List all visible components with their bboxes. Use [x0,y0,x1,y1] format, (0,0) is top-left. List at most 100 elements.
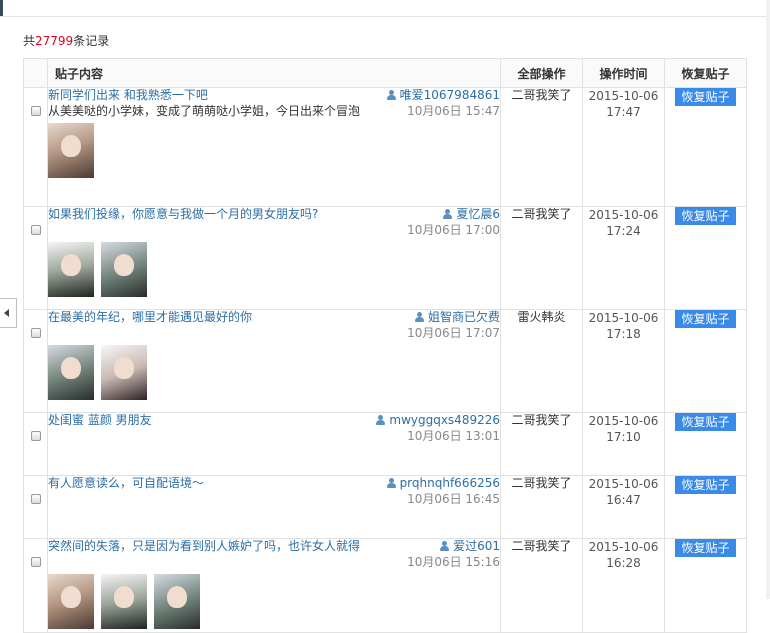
post-thumbnail[interactable] [154,574,200,629]
post-thumbnail[interactable] [48,242,94,297]
operation-time-cell: 2015-10-06 17:24 [582,206,665,310]
restore-post-button[interactable]: 恢复贴子 [675,88,736,106]
post-content-cell: 新同学们出来 和我熟悉一下吧 唯爱1067984861 10月06日 15:47… [47,87,501,207]
summary-suffix: 条记录 [73,34,110,48]
post-thumbnail[interactable] [101,345,147,400]
operation-clock: 17:10 [606,430,641,444]
table-row: 在最美的年纪，哪里才能遇见最好的你 姐智商已欠费 10月06日 17:07 雷火… [23,309,747,413]
table-row: 新同学们出来 和我熟悉一下吧 唯爱1067984861 10月06日 15:47… [23,87,747,207]
header-checkbox [23,58,48,88]
operator-name: 二哥我笑了 [511,539,572,553]
operator-name: 雷火韩炎 [517,310,566,324]
record-summary: 共27799条记录 [23,32,109,49]
row-checkbox[interactable] [30,225,41,235]
restore-cell: 恢复贴子 [664,538,747,633]
post-content-cell: 如果我们投缘，你愿意与我做一个月的男女朋友吗? 夏忆晨6 10月06日 17:0… [47,206,501,310]
post-thumbnail[interactable] [48,574,94,629]
post-author-link[interactable]: mwyggqxs489226 [375,413,500,428]
post-author-link[interactable]: 姐智商已欠费 [407,310,500,325]
post-title-link[interactable]: 有人愿意读么，可自配语境～ [48,476,204,491]
restore-post-button[interactable]: 恢复贴子 [675,207,736,225]
post-date: 10月06日 13:01 [407,429,500,443]
operator-cell: 二哥我笑了 [500,206,583,310]
top-bar-corner [0,0,3,16]
header-operator-filter[interactable]: 全部操作 [500,58,583,88]
post-thumbnail[interactable] [101,242,147,297]
operator-cell: 二哥我笑了 [500,87,583,207]
restore-cell: 恢复贴子 [664,412,747,476]
restore-cell: 恢复贴子 [664,206,747,310]
summary-prefix: 共 [23,34,36,48]
restore-post-button[interactable]: 恢复贴子 [675,310,736,328]
post-author-name[interactable]: 爱过601 [453,539,500,553]
restore-post-button[interactable]: 恢复贴子 [675,539,736,557]
post-thumbnails [48,242,500,300]
post-thumbnails [48,345,500,403]
operation-date: 2015-10-06 [588,477,659,491]
row-checkbox[interactable] [30,557,41,567]
operation-date: 2015-10-06 [588,414,659,428]
record-count: 27799 [35,34,74,48]
post-author-name[interactable]: prqhnqhf666256 [400,476,500,490]
post-author-link[interactable]: 夏忆晨6 [407,207,500,222]
operation-clock: 17:47 [606,105,641,119]
scrollbar-track[interactable] [766,0,770,599]
post-title-link[interactable]: 突然间的失落，只是因为看到别人嫉妒了吗，也许女人就得 [48,539,360,554]
post-author-name[interactable]: 唯爱1067984861 [400,88,500,102]
restore-post-button[interactable]: 恢复贴子 [675,413,736,431]
post-author-link[interactable]: 唯爱1067984861 [386,88,500,103]
restore-cell: 恢复贴子 [664,309,747,413]
row-select-cell [23,309,48,413]
row-checkbox[interactable] [30,431,41,441]
post-thumbnail[interactable] [101,574,147,629]
post-author-name[interactable]: 姐智商已欠费 [428,310,500,324]
post-content-cell: 突然间的失落，只是因为看到别人嫉妒了吗，也许女人就得 爱过601 10月06日 … [47,538,501,633]
top-bar [0,0,770,17]
post-content-cell: 有人愿意读么，可自配语境～ prqhnqhf666256 10月06日 16:4… [47,475,501,539]
post-author-name[interactable]: 夏忆晨6 [456,207,500,221]
row-select-cell [23,538,48,633]
post-author-link[interactable]: prqhnqhf666256 [386,476,500,491]
row-select-cell [23,206,48,310]
post-excerpt: 从美美哒的小学妹，变成了萌萌哒小学姐，今日出来个冒泡 [48,104,361,118]
table-row: 如果我们投缘，你愿意与我做一个月的男女朋友吗? 夏忆晨6 10月06日 17:0… [23,206,747,310]
post-title-link[interactable]: 在最美的年纪，哪里才能遇见最好的你 [48,310,252,325]
row-checkbox[interactable] [30,494,41,504]
operation-clock: 16:28 [606,556,641,570]
post-date: 10月06日 17:00 [407,223,500,237]
operation-time-cell: 2015-10-06 17:47 [582,87,665,207]
row-select-cell [23,475,48,539]
chevron-left-icon [4,309,9,317]
restore-post-button[interactable]: 恢复贴子 [675,476,736,494]
post-content-cell: 在最美的年纪，哪里才能遇见最好的你 姐智商已欠费 10月06日 17:07 [47,309,501,413]
post-author-name[interactable]: mwyggqxs489226 [389,413,500,427]
table-row: 有人愿意读么，可自配语境～ prqhnqhf666256 10月06日 16:4… [23,475,747,539]
operator-name: 二哥我笑了 [511,413,572,427]
post-thumbnail[interactable] [48,345,94,400]
row-checkbox[interactable] [30,328,41,338]
user-icon [375,415,386,425]
operation-time-cell: 2015-10-06 17:10 [582,412,665,476]
post-thumbnail[interactable] [48,123,94,178]
operation-time-cell: 2015-10-06 16:28 [582,538,665,633]
header-action: 恢复贴子 [664,58,747,88]
row-select-cell [23,412,48,476]
post-title-link[interactable]: 如果我们投缘，你愿意与我做一个月的男女朋友吗? [48,207,318,222]
table-row: 处闺蜜 蓝颜 男朋友 mwyggqxs489226 10月06日 13:01 二… [23,412,747,476]
user-icon [414,312,424,322]
operator-cell: 二哥我笑了 [500,475,583,539]
row-select-cell [23,87,48,207]
operation-date: 2015-10-06 [588,311,659,325]
row-checkbox[interactable] [30,106,41,116]
operation-clock: 17:24 [606,224,641,238]
post-title-link[interactable]: 处闺蜜 蓝颜 男朋友 [48,413,152,428]
user-icon [439,541,450,551]
deleted-posts-table: 贴子内容 全部操作 操作时间 恢复贴子 新同学们出来 和我熟悉一下吧 唯爱106… [23,58,747,633]
operation-date: 2015-10-06 [588,208,659,222]
sidebar-collapse-button[interactable] [0,298,17,328]
user-icon [386,478,396,488]
post-author-link[interactable]: 爱过601 [407,539,500,554]
operation-date: 2015-10-06 [588,89,659,103]
post-thumbnails [48,123,500,181]
post-title-link[interactable]: 新同学们出来 和我熟悉一下吧 [48,88,208,103]
